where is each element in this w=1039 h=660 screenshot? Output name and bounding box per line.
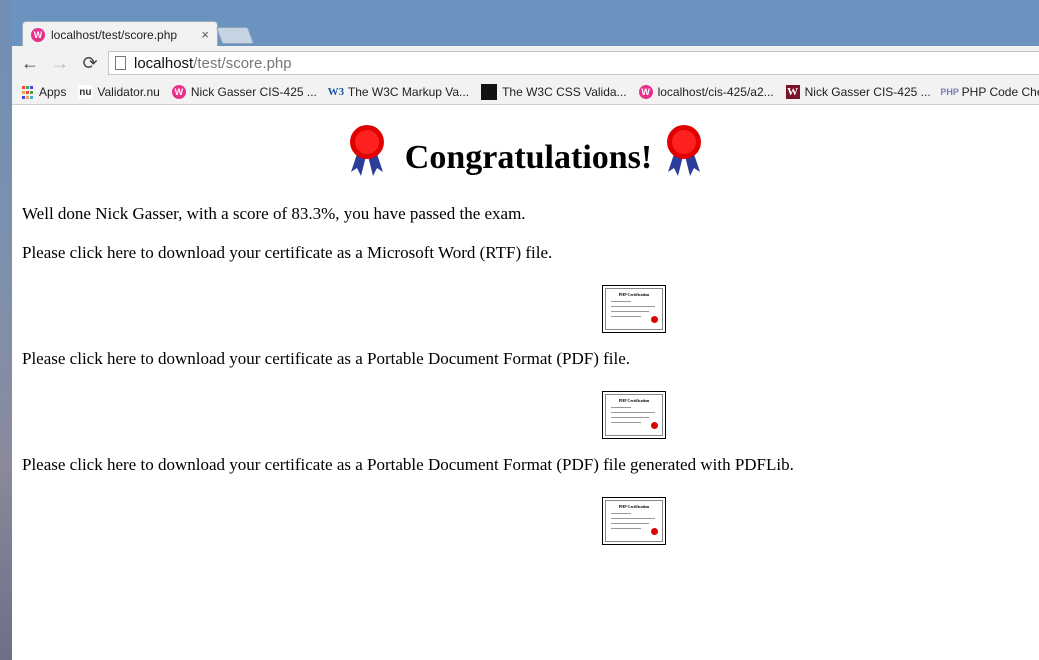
url-path: /test/score.php xyxy=(193,54,292,72)
score-message: Well done Nick Gasser, with a score of 8… xyxy=(22,204,526,223)
validator-nu-icon: nu xyxy=(78,85,93,99)
bookmark-label: The W3C Markup Va... xyxy=(347,85,470,99)
bookmark-label: Nick Gasser CIS-425 ... xyxy=(190,85,317,99)
browser-window: W localhost/test/score.php × ← → ⟳ local… xyxy=(12,0,1039,660)
apps-grid-icon xyxy=(20,85,34,99)
bookmark-apps[interactable]: Apps xyxy=(20,85,66,99)
bookmark-w3c-markup[interactable]: W3 The W3C Markup Va... xyxy=(327,85,470,99)
wamp-icon: W xyxy=(638,85,653,99)
bookmark-label: Nick Gasser CIS-425 ... xyxy=(804,85,931,99)
php-icon: PHP xyxy=(940,87,959,97)
forward-button[interactable]: → xyxy=(48,51,72,75)
new-tab-button[interactable] xyxy=(215,27,255,44)
certificate-thumbnail-pdf[interactable]: PHP Certification xyxy=(602,391,666,439)
bookmark-label: localhost/cis-425/a2... xyxy=(657,85,774,99)
download-pdflib-link[interactable]: Please click here to download your certi… xyxy=(22,455,794,475)
close-icon[interactable]: × xyxy=(201,27,209,42)
page-title: Congratulations! xyxy=(404,139,653,176)
tab-score-php[interactable]: W localhost/test/score.php × xyxy=(22,21,218,47)
tab-title: localhost/test/score.php xyxy=(51,27,178,42)
bookmarks-bar: Apps nu Validator.nu W Nick Gasser CIS-4… xyxy=(12,80,1039,105)
award-ribbon-icon xyxy=(349,125,384,176)
bookmark-nick-gasser-1[interactable]: W Nick Gasser CIS-425 ... xyxy=(171,85,317,99)
desktop-background xyxy=(0,0,12,660)
certificate-thumb-title: PHP Certification xyxy=(618,398,650,403)
tab-strip: W localhost/test/score.php × xyxy=(12,0,1039,47)
bookmark-w3c-css[interactable]: The W3C CSS Valida... xyxy=(481,84,627,100)
award-ribbon-icon xyxy=(667,125,702,176)
bookmark-nick-gasser-2[interactable]: W Nick Gasser CIS-425 ... xyxy=(785,85,931,99)
download-pdf-link[interactable]: Please click here to download your certi… xyxy=(22,349,630,369)
page-content: Congratulations! Well done Nick Gasser, … xyxy=(12,105,1039,660)
heading-row: Congratulations! xyxy=(12,115,1039,185)
bookmark-php-code-check[interactable]: PHP PHP Code Check xyxy=(940,85,1039,99)
seal-icon xyxy=(651,316,658,323)
wamp-icon: W xyxy=(31,27,45,42)
download-rtf-link[interactable]: Please click here to download your certi… xyxy=(22,243,552,263)
w3c-icon: W3 xyxy=(327,86,345,98)
bookmark-label: PHP Code Check xyxy=(961,85,1039,99)
certificate-thumbnail-rtf[interactable]: PHP Certification xyxy=(602,285,666,333)
seal-icon xyxy=(651,528,658,535)
certificate-thumb-title: PHP Certification xyxy=(618,504,650,509)
page-icon xyxy=(115,56,126,70)
wamp-icon: W xyxy=(171,85,186,99)
bookmark-label: Validator.nu xyxy=(97,85,160,99)
bookmark-label: The W3C CSS Valida... xyxy=(502,85,627,99)
seal-icon xyxy=(651,422,658,429)
certificate-thumb-title: PHP Certification xyxy=(618,292,650,297)
bookmark-validator-nu[interactable]: nu Validator.nu xyxy=(78,85,160,99)
certificate-thumbnail-pdflib[interactable]: PHP Certification xyxy=(602,497,666,545)
bookmark-localhost-cis[interactable]: W localhost/cis-425/a2... xyxy=(638,85,774,99)
bookmark-label: Apps xyxy=(39,85,67,99)
browser-toolbar: ← → ⟳ localhost/test/score.php xyxy=(12,46,1039,80)
css-validator-icon xyxy=(481,84,498,100)
back-button[interactable]: ← xyxy=(18,51,42,75)
reload-button[interactable]: ⟳ xyxy=(78,51,102,75)
url-host: localhost xyxy=(134,54,194,72)
address-bar[interactable]: localhost/test/score.php xyxy=(108,51,1039,75)
w-logo-icon: W xyxy=(785,85,800,99)
